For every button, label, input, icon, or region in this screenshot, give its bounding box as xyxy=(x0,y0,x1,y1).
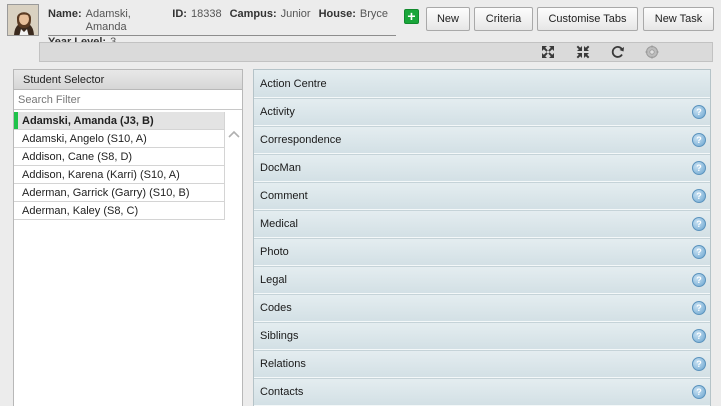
student-list-item[interactable]: Addison, Karena (Karri) (S10, A) xyxy=(14,166,225,184)
panel-toolbar xyxy=(39,42,713,62)
student-list: Adamski, Amanda (J3, B) Adamski, Angelo … xyxy=(14,112,225,220)
house-label: House: xyxy=(318,8,356,20)
section-label: Photo xyxy=(260,246,289,258)
help-icon[interactable]: ? xyxy=(692,189,706,203)
section-label: Medical xyxy=(260,218,298,230)
add-icon[interactable]: + xyxy=(404,9,419,24)
student-list-item[interactable]: Aderman, Garrick (Garry) (S10, B) xyxy=(14,184,225,202)
section-label: DocMan xyxy=(260,162,301,174)
help-icon[interactable]: ? xyxy=(692,301,706,315)
section-label: Codes xyxy=(260,302,292,314)
new-task-button[interactable]: New Task xyxy=(643,7,714,31)
section-photo[interactable]: Photo ? xyxy=(254,238,710,266)
section-action-centre[interactable]: Action Centre xyxy=(254,70,710,98)
student-list-item[interactable]: Aderman, Kaley (S8, C) xyxy=(14,202,225,220)
collapse-icon[interactable] xyxy=(575,44,591,60)
section-contacts[interactable]: Contacts ? xyxy=(254,378,710,406)
name-label: Name: xyxy=(48,8,82,20)
campus-label: Campus: xyxy=(229,8,277,20)
name-value: Adamski, Amanda xyxy=(85,8,131,33)
section-label: Siblings xyxy=(260,330,299,342)
student-photo xyxy=(8,5,38,35)
section-label: Contacts xyxy=(260,386,304,398)
help-icon[interactable]: ? xyxy=(692,217,706,231)
campus-value: Junior xyxy=(280,8,311,20)
help-icon[interactable]: ? xyxy=(692,357,706,371)
student-list-item[interactable]: Adamski, Angelo (S10, A) xyxy=(14,130,225,148)
section-docman[interactable]: DocMan ? xyxy=(254,154,710,182)
refresh-icon[interactable] xyxy=(610,44,626,60)
new-button[interactable]: New xyxy=(426,7,470,31)
scroll-up-chevron-icon[interactable] xyxy=(227,128,241,140)
help-icon[interactable]: ? xyxy=(692,105,706,119)
expand-icon[interactable] xyxy=(540,44,556,60)
id-label: ID: xyxy=(172,8,187,20)
section-correspondence[interactable]: Correspondence ? xyxy=(254,126,710,154)
student-selector-title: Student Selector xyxy=(14,70,242,90)
student-header: Name: Adamski, Amanda ID: 18338 Campus: … xyxy=(0,0,721,48)
student-list-item[interactable]: Adamski, Amanda (J3, B) xyxy=(14,112,225,130)
section-label: Action Centre xyxy=(260,77,327,90)
section-relations[interactable]: Relations ? xyxy=(254,350,710,378)
section-comment[interactable]: Comment ? xyxy=(254,182,710,210)
help-icon[interactable]: ? xyxy=(692,329,706,343)
section-label: Comment xyxy=(260,190,308,202)
section-activity[interactable]: Activity ? xyxy=(254,98,710,126)
help-icon[interactable]: ? xyxy=(692,273,706,287)
criteria-button[interactable]: Criteria xyxy=(474,7,533,31)
section-accordion: Action Centre Activity ? Correspondence … xyxy=(253,69,711,406)
student-list-item[interactable]: Addison, Cane (S8, D) xyxy=(14,148,225,166)
student-selector-panel: Student Selector Adamski, Amanda (J3, B)… xyxy=(13,69,243,406)
customise-tabs-button[interactable]: Customise Tabs xyxy=(537,7,638,31)
student-avatar xyxy=(7,4,39,36)
id-value: 18338 xyxy=(190,8,222,20)
section-legal[interactable]: Legal ? xyxy=(254,266,710,294)
section-label: Activity xyxy=(260,106,295,118)
house-value: Bryce xyxy=(359,8,388,20)
settings-icon[interactable] xyxy=(644,44,660,60)
section-label: Correspondence xyxy=(260,134,342,146)
help-icon[interactable]: ? xyxy=(692,245,706,259)
section-siblings[interactable]: Siblings ? xyxy=(254,322,710,350)
section-label: Relations xyxy=(260,358,306,370)
section-label: Legal xyxy=(260,274,287,286)
section-medical[interactable]: Medical ? xyxy=(254,210,710,238)
help-icon[interactable]: ? xyxy=(692,161,706,175)
search-filter-input[interactable] xyxy=(14,90,242,110)
help-icon[interactable]: ? xyxy=(692,133,706,147)
help-icon[interactable]: ? xyxy=(692,385,706,399)
section-codes[interactable]: Codes ? xyxy=(254,294,710,322)
